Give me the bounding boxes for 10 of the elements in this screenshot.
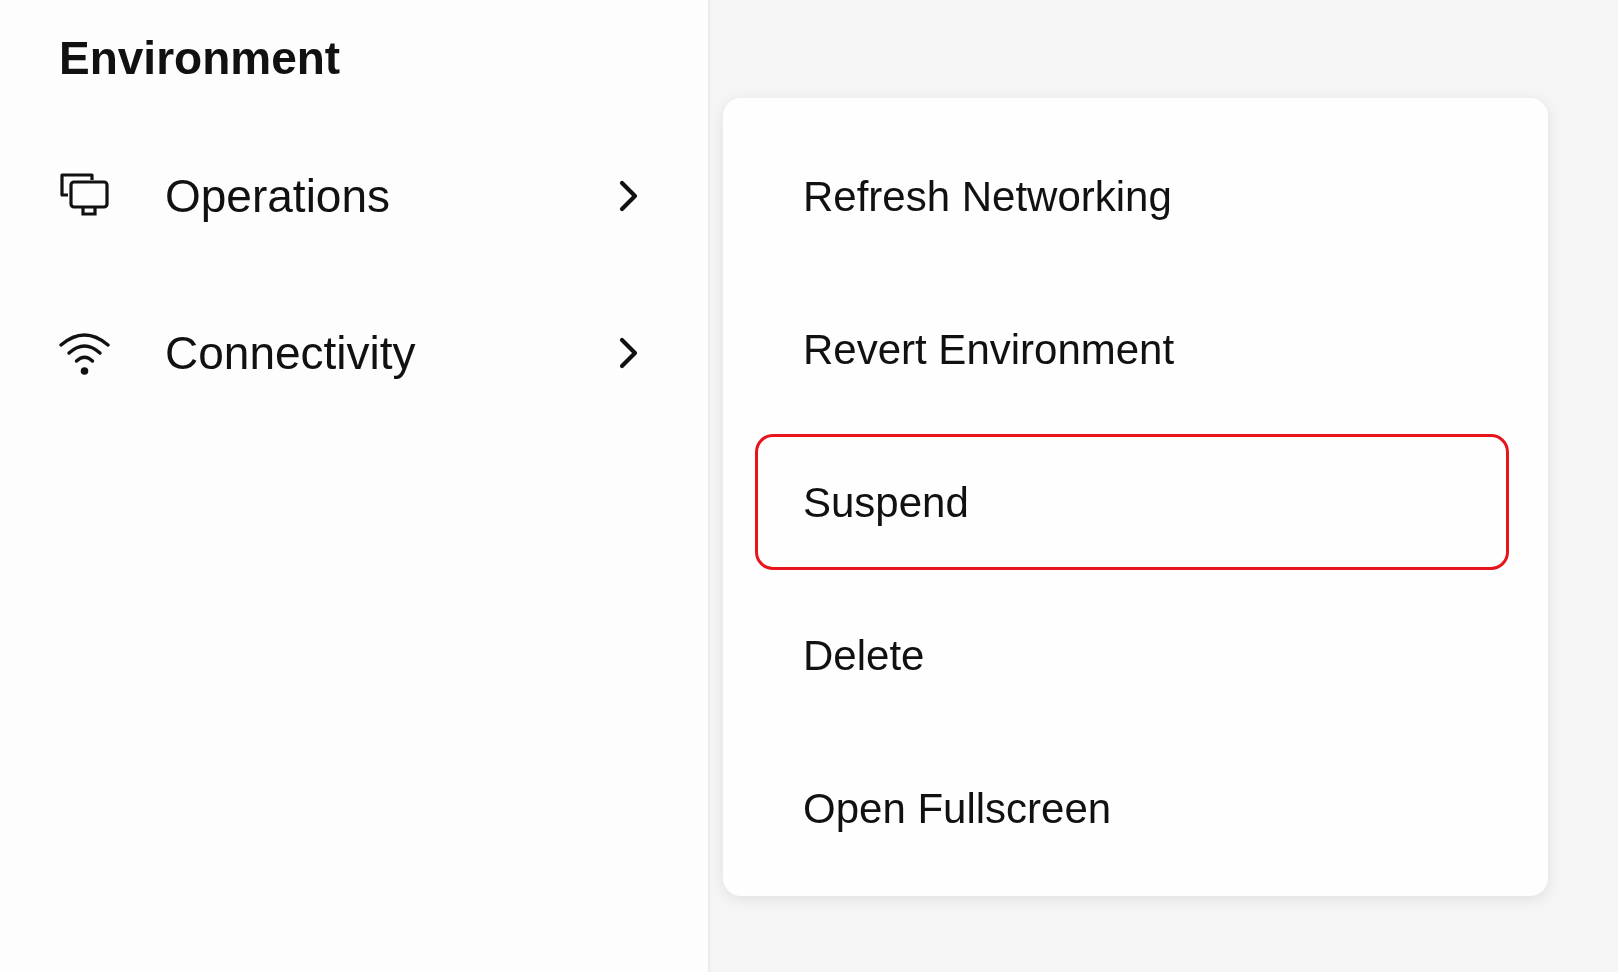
- chevron-right-icon: [618, 336, 639, 371]
- menu-item[interactable]: Revert Environment: [755, 281, 1509, 417]
- menu-item[interactable]: Open Fullscreen: [755, 740, 1509, 876]
- sidebar-title: Environment: [59, 31, 342, 86]
- sidebar-item[interactable]: Connectivity: [59, 313, 639, 394]
- menu-item[interactable]: Refresh Networking: [755, 128, 1509, 264]
- menu-item[interactable]: Delete: [755, 587, 1509, 723]
- sidebar-item[interactable]: Operations: [59, 156, 639, 237]
- menu-item[interactable]: Suspend: [755, 434, 1509, 570]
- chevron-right-icon: [618, 179, 639, 214]
